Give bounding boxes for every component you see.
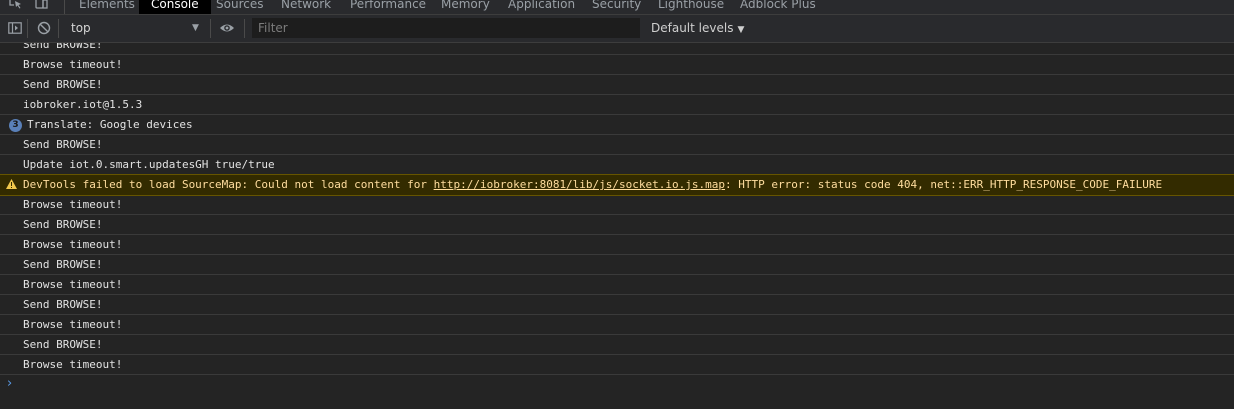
console-message: Browse timeout! (0, 315, 1234, 335)
tab-security[interactable]: Security (592, 0, 641, 14)
message-text: Send BROWSE! (23, 78, 103, 91)
message-text: Send BROWSE! (23, 338, 103, 351)
filter-input[interactable] (252, 18, 640, 38)
message-text: Browse timeout! (23, 198, 123, 211)
message-text: iobroker.iot@1.5.3 (23, 98, 143, 111)
console-message: Browse timeout! (0, 355, 1234, 375)
console-message: Update iot.0.smart.updatesGH true/true (0, 155, 1234, 175)
console-message: iobroker.iot@1.5.3 (0, 95, 1234, 115)
warning-text-suffix: : HTTP error: status code 404, net::ERR_… (725, 178, 1163, 191)
console-message: Browse timeout! (0, 195, 1234, 215)
toolbar-divider (244, 19, 245, 38)
chevron-down-icon: ▼ (737, 25, 745, 35)
message-text: Update iot.0.smart.updatesGH true/true (23, 158, 275, 171)
tab-console[interactable]: Console (139, 0, 211, 14)
log-levels-label: Default levels (651, 21, 734, 35)
device-toolbar-icon[interactable] (34, 0, 48, 9)
message-text: DevTools failed to load SourceMap: Could… (23, 175, 1162, 194)
message-text: Browse timeout! (23, 58, 123, 71)
message-text: Send BROWSE! (23, 258, 103, 271)
warning-icon (6, 179, 17, 189)
message-text: Send BROWSE! (23, 298, 103, 311)
tab-elements[interactable]: Elements (79, 0, 135, 14)
console-message: Browse timeout! (0, 55, 1234, 75)
tab-application[interactable]: Application (508, 0, 575, 14)
console-messages: Send BROWSE! Browse timeout! Send BROWSE… (0, 43, 1234, 409)
console-message: Send BROWSE! (0, 335, 1234, 355)
toolbar-divider (27, 19, 28, 38)
tab-lighthouse[interactable]: Lighthouse (658, 0, 724, 14)
chevron-down-icon: ▼ (192, 23, 199, 33)
console-message: Send BROWSE! (0, 295, 1234, 315)
toolbar-divider (58, 19, 59, 38)
message-text: Send BROWSE! (23, 218, 103, 231)
message-text: Browse timeout! (23, 278, 123, 291)
tab-network[interactable]: Network (281, 0, 331, 14)
sourcemap-link[interactable]: http://iobroker:8081/lib/js/socket.io.js… (434, 178, 725, 191)
message-text: Translate: Google devices (27, 118, 193, 131)
tabbar-divider (64, 0, 65, 14)
toolbar-divider (210, 19, 211, 38)
console-message: Browse timeout! (0, 235, 1234, 255)
console-message: Send BROWSE! (0, 135, 1234, 155)
repeat-count-badge: 3 (9, 119, 22, 132)
message-text: Send BROWSE! (23, 138, 103, 151)
execution-context-select[interactable]: top ▼ (65, 17, 205, 39)
console-message: Send BROWSE! (0, 75, 1234, 95)
console-message: Browse timeout! (0, 275, 1234, 295)
live-expression-eye-icon[interactable] (219, 21, 235, 35)
console-message: Send BROWSE! (0, 255, 1234, 275)
show-sidebar-icon[interactable] (8, 21, 22, 35)
console-warning-message: DevTools failed to load SourceMap: Could… (0, 174, 1234, 196)
tab-sources[interactable]: Sources (216, 0, 263, 14)
tab-performance[interactable]: Performance (350, 0, 426, 14)
console-prompt-input[interactable]: › (0, 374, 1234, 394)
prompt-chevron-icon: › (7, 376, 13, 391)
tab-adblock-plus[interactable]: Adblock Plus (740, 0, 816, 14)
devtools-tabbar: Elements Console Sources Network Perform… (0, 0, 1234, 15)
clear-console-icon[interactable] (37, 21, 51, 35)
execution-context-value: top (71, 21, 91, 35)
inspect-element-icon[interactable] (9, 0, 23, 9)
message-text: Send BROWSE! (23, 43, 103, 51)
tab-memory[interactable]: Memory (441, 0, 490, 14)
console-message: Send BROWSE! (0, 43, 1234, 55)
warning-text-prefix: DevTools failed to load SourceMap: Could… (23, 178, 434, 191)
console-message: 3 Translate: Google devices (0, 115, 1234, 135)
console-toolbar: top ▼ Default levels▼ (0, 15, 1234, 43)
console-message: Send BROWSE! (0, 215, 1234, 235)
message-text: Browse timeout! (23, 238, 123, 251)
message-text: Browse timeout! (23, 358, 123, 371)
log-levels-dropdown[interactable]: Default levels ▼ (651, 18, 744, 38)
message-text: Browse timeout! (23, 318, 123, 331)
